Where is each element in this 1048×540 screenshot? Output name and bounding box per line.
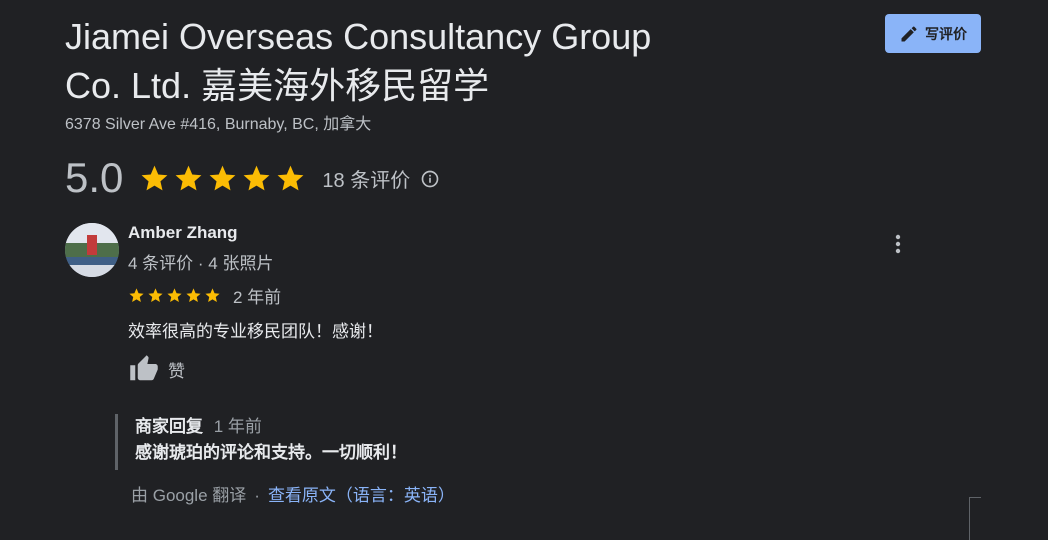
rating-value: 5.0 — [65, 154, 124, 201]
thumbs-up-icon — [130, 355, 158, 381]
business-name-line2: Co. Ltd. 嘉美海外移民留学 — [65, 65, 490, 106]
owner-reply: 商家回复 1 年前 感谢琥珀的评论和支持。一切顺利！ — [115, 414, 407, 470]
business-address: 6378 Silver Ave #416, Burnaby, BC, 加拿大 — [65, 116, 372, 133]
translated-by: 由 Google 翻译 — [131, 486, 247, 505]
review-text: 效率很高的专业移民团队！感谢！ — [128, 322, 383, 341]
review-count: 18 条评价 — [322, 169, 411, 192]
star-icon — [186, 288, 201, 303]
review-time: 2 年前 — [233, 288, 282, 307]
more-options-icon[interactable] — [888, 232, 908, 256]
info-icon[interactable] — [420, 169, 440, 189]
view-original-link[interactable]: 查看原文（语言：英语） — [268, 486, 455, 505]
star-icon — [167, 288, 182, 303]
star-icon — [243, 165, 270, 190]
business-name-line1: Jiamei Overseas Consultancy Group — [65, 16, 652, 57]
review-stars — [128, 287, 221, 304]
reviewer-avatar[interactable] — [65, 223, 119, 277]
star-icon — [129, 288, 144, 303]
reply-time: 1 年前 — [213, 417, 262, 436]
scrollbar[interactable] — [969, 497, 981, 540]
star-icon — [205, 288, 220, 303]
write-review-button[interactable]: 写评价 — [885, 14, 981, 53]
overall-stars — [139, 163, 306, 194]
business-title: Jiamei Overseas Consultancy Group Co. Lt… — [65, 12, 745, 110]
review-rating-row: 2 年前 — [128, 283, 281, 308]
reply-text: 感谢琥珀的评论和支持。一切顺利！ — [135, 443, 407, 462]
like-button[interactable]: 赞 — [128, 354, 185, 384]
pencil-icon — [901, 25, 917, 41]
write-review-label: 写评价 — [925, 25, 967, 42]
star-icon — [277, 165, 304, 190]
star-icon — [141, 165, 168, 190]
translation-notice: 由 Google 翻译 · 查看原文（语言：英语） — [131, 481, 455, 506]
star-icon — [209, 165, 236, 190]
like-label: 赞 — [168, 361, 185, 381]
reviewer-name[interactable]: Amber Zhang — [128, 223, 238, 243]
reviewer-meta: 4 条评价 · 4 张照片 — [128, 254, 274, 273]
star-icon — [148, 288, 163, 303]
reply-header: 商家回复 1 年前 — [135, 414, 407, 440]
overall-rating: 5.0 18 条评价 — [65, 152, 440, 204]
review-panel: Jiamei Overseas Consultancy Group Co. Lt… — [0, 0, 1048, 540]
star-icon — [175, 165, 202, 190]
reply-owner-label: 商家回复 — [135, 417, 203, 436]
translation-separator: · — [254, 486, 260, 505]
